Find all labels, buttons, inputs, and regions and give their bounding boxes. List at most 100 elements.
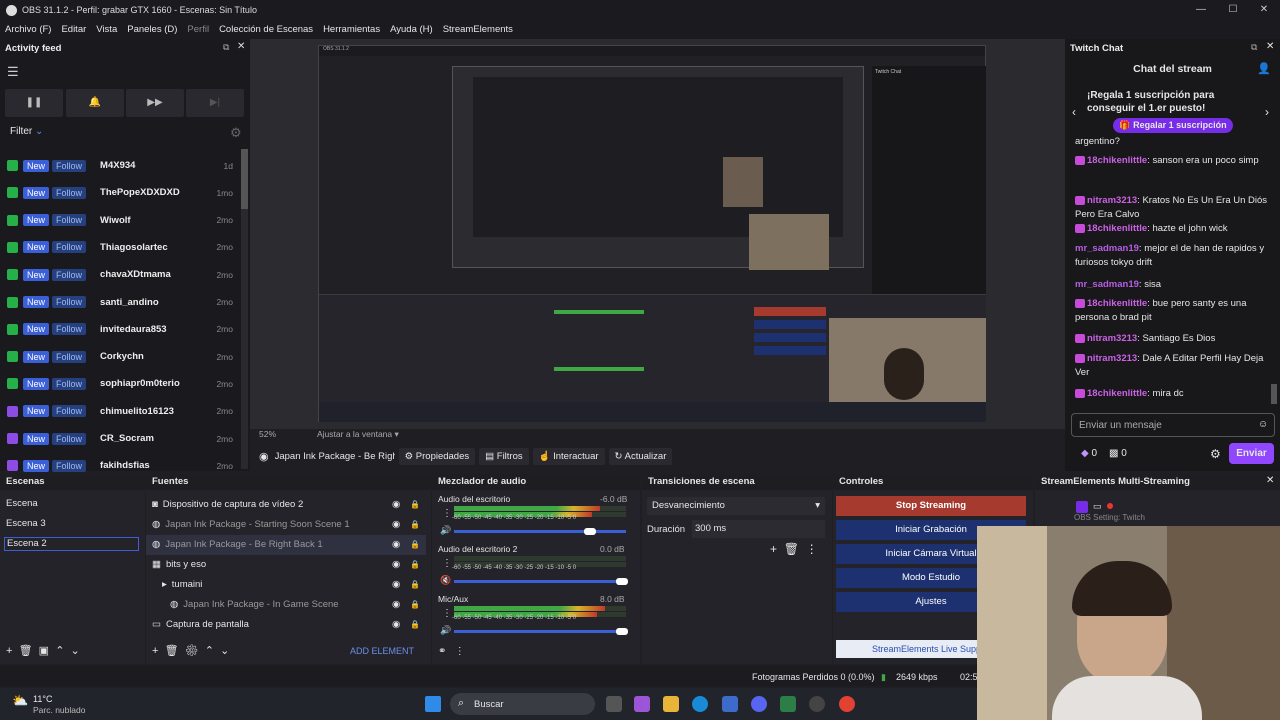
lock-icon[interactable]: 🔒 [410,555,420,575]
visibility-icon[interactable]: ◉ [392,615,400,635]
emote-icon[interactable]: ☺ [1258,419,1268,430]
menu-coleccion[interactable]: Colección de Escenas [219,24,313,35]
refresh-button[interactable]: ↻ Actualizar [608,447,673,465]
chat-scrollbar[interactable] [1271,384,1277,404]
chat-username[interactable]: 18chikenlittle [1087,388,1147,399]
stop-streaming-button[interactable]: Stop Streaming [836,496,1026,516]
task-view-icon[interactable] [606,696,622,712]
maximize-button[interactable]: ☐ [1217,0,1249,20]
more-icon[interactable]: ⋮ [442,508,452,519]
feed-item[interactable]: New Follow M4X934 1d [0,152,240,179]
source-item[interactable]: ▦ bits y eso ◉ 🔒 [146,555,426,575]
more-icon[interactable]: ⋮ [806,542,818,556]
feed-item[interactable]: New Follow chavaXDtmama 2mo [0,261,240,288]
feed-item[interactable]: New Follow Wiwolf 2mo [0,207,240,234]
channel-points[interactable]: ◆ 0 [1081,448,1097,459]
menu-paneles[interactable]: Paneles (D) [127,24,177,35]
more-icon[interactable]: ⋮ [442,558,452,569]
visibility-icon[interactable]: ◉ [392,515,400,535]
lock-icon[interactable]: 🔒 [410,515,420,535]
visibility-icon[interactable]: ◉ [392,535,400,555]
feed-item[interactable]: New Follow ThePopeXDXDXD 1mo [0,179,240,206]
properties-button[interactable]: ⚙ Propiedades [398,447,476,465]
chevron-right-icon[interactable]: › [1265,105,1269,119]
close-dock-icon[interactable]: ✕ [1266,475,1274,486]
menu-ayuda[interactable]: Ayuda (H) [390,24,433,35]
lock-icon[interactable]: 🔒 [410,495,420,515]
add-icon[interactable]: + [152,645,158,657]
up-icon[interactable]: ⌃ [55,645,64,657]
visibility-icon[interactable]: ◉ [392,555,400,575]
minimize-button[interactable]: — [1185,0,1217,20]
scene-item[interactable]: Escena 3 [0,514,145,534]
chat-username[interactable]: 18chikenlittle [1087,223,1147,234]
filter-icon[interactable]: ▣ [39,645,49,657]
feed-item[interactable]: New Follow Corkychn 2mo [0,343,240,370]
more-icon[interactable]: ⋮ [442,608,452,619]
speaker-icon[interactable]: 🔊 [440,625,451,636]
users-icon[interactable]: 👤 [1257,62,1271,75]
edge-icon[interactable] [692,696,708,712]
menu-streamelements[interactable]: StreamElements [443,24,513,35]
chat-username[interactable]: nitram3213 [1087,353,1137,364]
send-button[interactable]: Enviar [1229,443,1274,464]
menu-archivo[interactable]: Archivo (F) [5,24,51,35]
menu-herramientas[interactable]: Herramientas [323,24,380,35]
app-icon[interactable] [780,696,796,712]
duration-input[interactable]: 300 ms [692,520,825,538]
undock-icon[interactable]: ⧉ [1251,42,1257,53]
chrome-icon[interactable] [839,696,855,712]
visibility-icon[interactable]: ◉ [392,495,400,515]
filters-button[interactable]: ▤ Filtros [479,447,529,465]
bell-button[interactable]: 🔔 [66,89,124,117]
store-icon[interactable] [722,696,738,712]
chevron-left-icon[interactable]: ‹ [1072,105,1076,119]
menu-editar[interactable]: Editar [61,24,86,35]
se-live-support-button[interactable]: StreamElements Live Supp [836,640,977,658]
menu-perfil[interactable]: Perfil [187,24,209,35]
chat-username[interactable]: mr_sadman19 [1075,279,1139,290]
close-dock-icon[interactable]: ✕ [1266,41,1274,52]
interact-button[interactable]: ☝ Interactuar [532,447,605,465]
feed-item[interactable]: New Follow Thiagosolartec 2mo [0,234,240,261]
speaker-icon[interactable]: 🔊 [440,525,451,536]
gift-sub-button[interactable]: 🎁 Regalar 1 suscripción [1113,118,1233,133]
pause-button[interactable]: ❚❚ [5,89,63,117]
lock-icon[interactable]: 🔒 [410,615,420,635]
chat-username[interactable]: 18chikenlittle [1087,155,1147,166]
add-icon[interactable]: + [6,645,12,657]
down-icon[interactable]: ⌄ [220,645,229,657]
scene-item[interactable]: Escena [0,494,145,514]
start-icon[interactable] [425,696,441,712]
lock-icon[interactable]: 🔒 [410,575,420,595]
slider-handle[interactable] [616,628,628,635]
trash-icon[interactable]: 🗑 [19,645,33,657]
link-icon[interactable]: ⚭ [438,646,446,657]
gear-icon[interactable]: ⚙ [230,125,242,141]
scene-item-selected[interactable]: Escena 2 [4,537,139,551]
slider-handle[interactable] [583,528,596,535]
close-button[interactable]: ✕ [1248,0,1280,20]
taskbar-search[interactable]: ⌕ Buscar [450,693,595,715]
add-element-button[interactable]: ADD ELEMENT [350,646,414,656]
obs-taskbar-icon[interactable] [809,696,825,712]
file-explorer-icon[interactable] [663,696,679,712]
more-icon[interactable]: ⋮ [455,646,465,657]
chat-username[interactable]: 18chikenlittle [1087,298,1147,309]
bits-counter[interactable]: ▩ 0 [1109,448,1127,459]
volume-slider[interactable] [454,628,628,635]
up-icon[interactable]: ⌃ [205,645,214,657]
feed-item[interactable]: New Follow sophiapr0m0terio 2mo [0,370,240,397]
lock-icon[interactable]: 🔒 [410,535,420,555]
trash-icon[interactable]: 🗑 [165,645,179,657]
muted-icon[interactable]: 🔇 [440,575,451,586]
gear-icon[interactable]: ⚙ [185,645,199,657]
source-item[interactable]: ▸ tumaini ◉ 🔒 [146,575,426,595]
down-icon[interactable]: ⌄ [71,645,80,657]
discord-icon[interactable] [751,696,767,712]
volume-slider[interactable] [454,528,626,535]
menu-vista[interactable]: Vista [96,24,117,35]
feed-item[interactable]: New Follow santi_andino 2mo [0,289,240,316]
fit-window-dropdown[interactable]: Ajustar a la ventana ▾ [317,429,399,440]
visibility-icon[interactable]: ◉ [392,595,400,615]
